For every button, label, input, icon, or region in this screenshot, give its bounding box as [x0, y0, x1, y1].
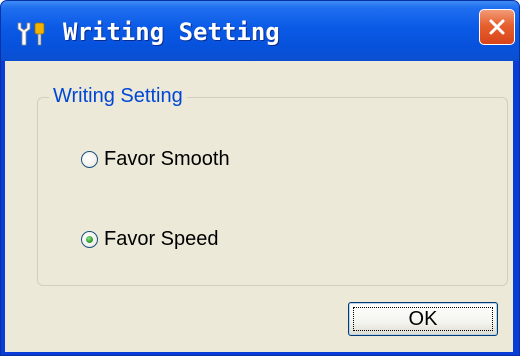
selected-dot-icon [86, 235, 93, 243]
tools-icon [15, 21, 55, 47]
favor-smooth-radio[interactable] [81, 150, 98, 168]
favor-speed-option[interactable]: Favor Speed [81, 227, 219, 251]
ok-button[interactable]: OK [348, 302, 498, 336]
favor-smooth-option[interactable]: Favor Smooth [81, 147, 230, 171]
favor-speed-label: Favor Speed [104, 228, 219, 250]
favor-speed-radio[interactable] [81, 230, 98, 248]
window-title: Writing Setting [63, 18, 280, 46]
title-bar[interactable]: Writing Setting [1, 1, 519, 61]
dialog-window: Writing Setting Writing Setting Favor Sm… [0, 0, 520, 356]
group-label: Writing Setting [49, 83, 187, 109]
close-icon [489, 19, 505, 35]
writing-setting-group [37, 97, 508, 286]
dialog-body: Writing Setting Favor Smooth Favor Speed… [5, 61, 513, 352]
close-button[interactable] [479, 9, 515, 45]
favor-smooth-label: Favor Smooth [104, 148, 230, 170]
ok-button-label: OK [408, 308, 438, 330]
